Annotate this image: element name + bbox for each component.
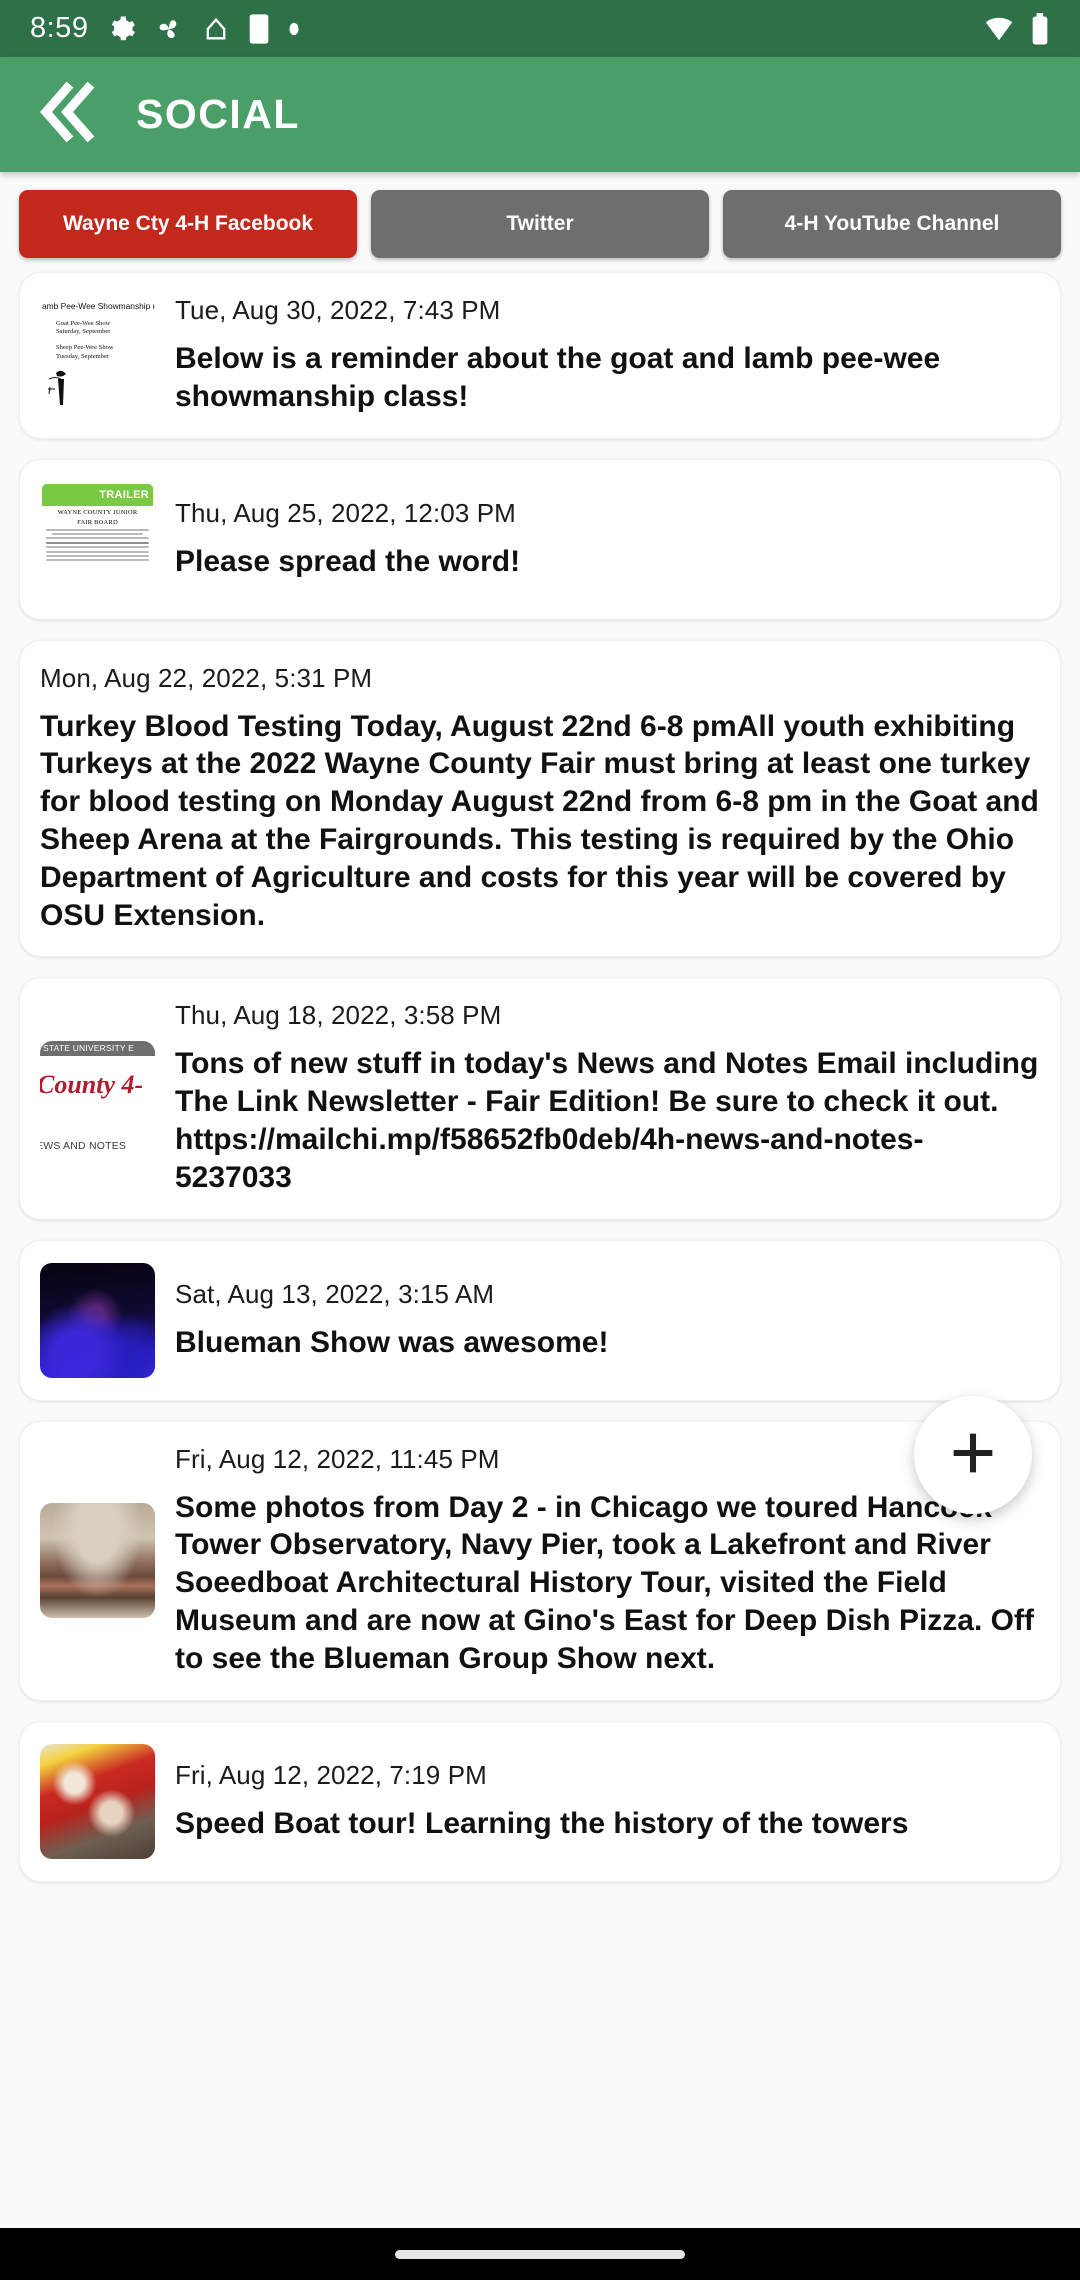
post-content: Thu, Aug 18, 2022, 3:58 PM Tons of new s…: [175, 1000, 1040, 1196]
social-feed-screen: 8:59 SOCIAL Wayne Cty 4-H Facebook Twitt…: [0, 0, 1080, 2280]
post-content: Sat, Aug 13, 2022, 3:15 AM Blueman Show …: [175, 1279, 1040, 1362]
pinwheel-icon: [154, 14, 184, 44]
tab-label: Twitter: [506, 212, 574, 236]
wifi-icon: [984, 14, 1014, 44]
post-card[interactable]: STATE UNIVERSITY E County 4- EWS AND NOT…: [19, 977, 1061, 1220]
post-text: Please spread the word!: [175, 544, 521, 578]
home-outline-icon: [202, 15, 230, 43]
system-navigation-bar: [0, 2228, 1080, 2280]
post-card[interactable]: Sat, Aug 13, 2022, 3:15 AM Blueman Show …: [19, 1239, 1061, 1401]
post-date: Thu, Aug 18, 2022, 3:58 PM: [175, 1000, 502, 1031]
status-bar: 8:59: [0, 0, 1080, 57]
thumb-heading: amb Pee-Wee Showmanship R: [42, 300, 155, 311]
scroll-region[interactable]: Wayne Cty 4-H Facebook Twitter 4-H YouTu…: [0, 172, 1080, 2228]
status-bar-clock: 8:59: [30, 12, 89, 44]
post-text: Tons of new stuff in today's News and No…: [175, 1047, 1039, 1194]
post-thumbnail-chicago-group-photo[interactable]: [40, 1503, 155, 1619]
post-thumbnail-stock-the-trailer-flyer[interactable]: TRAILER WAYNE COUNTY JUNIOR FAIR BOARD: [40, 481, 155, 597]
double-chevron-left-icon: [31, 76, 103, 153]
thumb-line-1: WAYNE COUNTY JUNIOR: [57, 508, 138, 516]
post-date: Fri, Aug 12, 2022, 7:19 PM: [175, 1759, 487, 1790]
plus-icon: [945, 1425, 1001, 1486]
post-date: Sat, Aug 13, 2022, 3:15 AM: [175, 1278, 495, 1309]
add-post-fab[interactable]: [914, 1396, 1032, 1514]
thumb-body-text-blur: [42, 528, 153, 562]
dot-icon: [288, 21, 300, 37]
post-text: Speed Boat tour! Learning the history of…: [175, 1806, 909, 1840]
tab-twitter[interactable]: Twitter: [371, 190, 709, 258]
post-card[interactable]: amb Pee-Wee Showmanship R Goat Pee-Wee S…: [19, 272, 1061, 439]
thumb-line-2: Saturday, September: [56, 328, 111, 336]
post-card[interactable]: Fri, Aug 12, 2022, 11:45 PM Some photos …: [19, 1420, 1061, 1701]
post-card[interactable]: Mon, Aug 22, 2022, 5:31 PM Turkey Blood …: [19, 639, 1061, 958]
thumb-script-text: County 4-: [40, 1069, 144, 1099]
page-title: SOCIAL: [136, 91, 300, 137]
post-content: Thu, Aug 25, 2022, 12:03 PM Please sprea…: [175, 498, 1040, 581]
post-content: Mon, Aug 22, 2022, 5:31 PM Turkey Blood …: [40, 663, 1040, 935]
thumb-line-4: Tuesday, September: [56, 352, 110, 360]
tab-4h-youtube-channel[interactable]: 4-H YouTube Channel: [723, 190, 1061, 258]
post-thumbnail-blueman-show-photo[interactable]: [40, 1262, 155, 1378]
post-thumbnail-goat-lamb-showmanship-flyer[interactable]: amb Pee-Wee Showmanship R Goat Pee-Wee S…: [40, 297, 155, 413]
battery-saver-icon: [248, 13, 270, 45]
post-thumbnail-speed-boat-group-photo[interactable]: [40, 1743, 155, 1859]
post-date: Mon, Aug 22, 2022, 5:31 PM: [40, 662, 373, 693]
post-card[interactable]: Fri, Aug 12, 2022, 7:19 PM Speed Boat to…: [19, 1720, 1061, 1882]
thumb-line-3: Sheep Pee-Wee Show: [56, 344, 114, 352]
status-bar-left: 8:59: [30, 12, 300, 45]
thumb-topbar: STATE UNIVERSITY E: [40, 1040, 155, 1056]
post-text: Some photos from Day 2 - in Chicago we t…: [175, 1490, 1034, 1675]
thumb-line-1: Goat Pee-Wee Show: [56, 319, 111, 327]
post-date: Fri, Aug 12, 2022, 11:45 PM: [175, 1443, 500, 1474]
post-content: Fri, Aug 12, 2022, 11:45 PM Some photos …: [175, 1444, 1040, 1678]
goat-silhouette-icon: [48, 370, 66, 405]
thumb-line-2: FAIR BOARD: [77, 518, 118, 526]
post-text: Turkey Blood Testing Today, August 22nd …: [40, 709, 1039, 932]
post-card[interactable]: TRAILER WAYNE COUNTY JUNIOR FAIR BOARD T…: [19, 458, 1061, 620]
tab-wayne-cty-4h-facebook[interactable]: Wayne Cty 4-H Facebook: [19, 190, 357, 258]
post-content: Tue, Aug 30, 2022, 7:43 PM Below is a re…: [175, 295, 1040, 416]
thumb-banner: TRAILER: [42, 483, 153, 506]
social-tab-bar: Wayne Cty 4-H Facebook Twitter 4-H YouTu…: [0, 172, 1080, 272]
back-button[interactable]: [24, 72, 110, 158]
home-indicator[interactable]: [395, 2249, 685, 2259]
post-text: Blueman Show was awesome!: [175, 1325, 609, 1359]
battery-icon: [1030, 12, 1050, 45]
tab-label: 4-H YouTube Channel: [784, 212, 1000, 236]
thumb-bottom-text: EWS AND NOTES: [40, 1139, 127, 1152]
post-date: Tue, Aug 30, 2022, 7:43 PM: [175, 295, 501, 325]
tab-label: Wayne Cty 4-H Facebook: [62, 212, 314, 236]
post-content: Fri, Aug 12, 2022, 7:19 PM Speed Boat to…: [175, 1760, 1040, 1843]
gear-icon: [106, 14, 136, 44]
post-thumbnail-county-4h-news-and-notes-logo[interactable]: STATE UNIVERSITY E County 4- EWS AND NOT…: [40, 1040, 155, 1156]
app-bar: SOCIAL: [0, 57, 1080, 172]
status-bar-right: [984, 12, 1050, 45]
post-date: Thu, Aug 25, 2022, 12:03 PM: [175, 497, 516, 528]
post-text: Below is a reminder about the goat and l…: [175, 342, 941, 413]
post-list: amb Pee-Wee Showmanship R Goat Pee-Wee S…: [0, 272, 1080, 1882]
